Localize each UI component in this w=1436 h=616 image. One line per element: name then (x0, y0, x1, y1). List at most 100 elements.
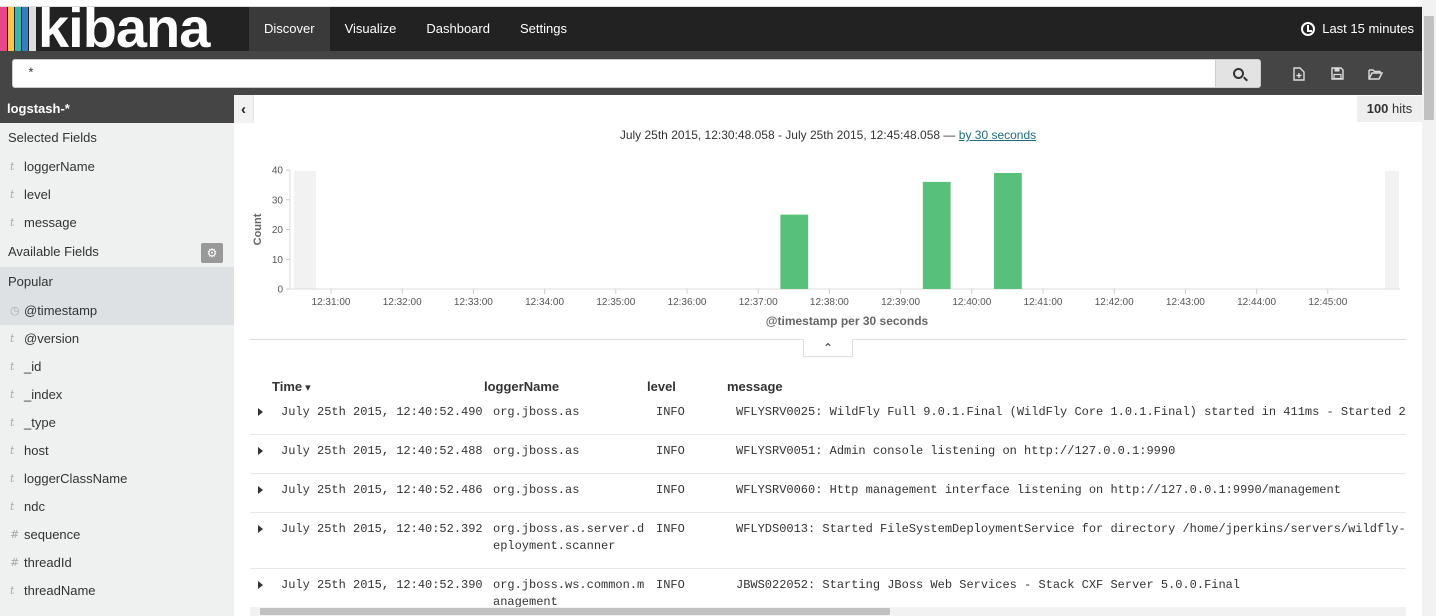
cell-logger-name: org.jboss.as (493, 482, 579, 499)
expand-row-icon[interactable] (258, 525, 263, 533)
kibana-wordmark: kibana (38, 7, 210, 51)
logo-stripe (29, 7, 36, 51)
column-header-time[interactable]: Time ▾ (272, 379, 311, 394)
x-tick-label: 12:38:00 (810, 297, 849, 308)
expand-row-icon[interactable] (258, 447, 263, 455)
expand-row-icon[interactable] (258, 581, 263, 589)
search-button[interactable] (1215, 59, 1261, 88)
field-item[interactable]: t _id (0, 353, 234, 381)
time-picker-label: Last 15 minutes (1322, 21, 1414, 36)
index-pattern-selector[interactable]: logstash-* (0, 95, 234, 123)
tab-visualize[interactable]: Visualize (330, 7, 412, 51)
tab-dashboard[interactable]: Dashboard (411, 7, 505, 51)
field-item[interactable]: # sequence (0, 521, 234, 549)
field-name: level (24, 187, 51, 202)
field-item[interactable]: t loggerName (0, 153, 234, 181)
kibana-logo[interactable]: kibana (0, 7, 232, 51)
save-search-icon (1330, 67, 1344, 80)
field-item[interactable]: # threadId (0, 549, 234, 577)
cell-time: July 25th 2015, 12:40:52.486 (281, 483, 483, 497)
cell-logger-name: org.jboss.as (493, 404, 579, 421)
cell-message: WFLYSRV0025: WildFly Full 9.0.1.Final (W… (736, 405, 1406, 419)
field-item[interactable]: t _type (0, 409, 234, 437)
main-nav-tabs: Discover Visualize Dashboard Settings (249, 7, 582, 51)
logger-name-line: org.jboss.as.server.d (493, 522, 645, 536)
x-tick-label: 12:42:00 (1095, 297, 1134, 308)
vertical-scroll-thumb[interactable] (1424, 16, 1434, 120)
expand-row-icon[interactable] (258, 486, 263, 494)
field-item[interactable]: t loggerClassName (0, 465, 234, 493)
column-header-loggername[interactable]: loggerName (484, 379, 559, 394)
x-axis-title: @timestamp per 30 seconds (766, 314, 929, 328)
table-row[interactable]: July 25th 2015, 12:40:52.486 org.jboss.as… (250, 474, 1406, 513)
interval-link[interactable]: by 30 seconds (959, 128, 1036, 142)
field-item[interactable]: t message (0, 209, 234, 237)
field-name: @version (24, 331, 80, 346)
collapse-sidebar-button[interactable]: ‹ (234, 95, 254, 123)
string-type-icon: t (10, 500, 15, 513)
field-name: loggerClassName (24, 471, 128, 486)
column-header-message[interactable]: message (727, 379, 783, 394)
histogram-chart: 0 10 20 30 40 12:31:00 12:32:00 12:33:00 12:34:0… (252, 166, 1400, 328)
out-of-range-right (1385, 171, 1399, 289)
kibana-app: kibana Discover Visualize Dashboard Setting… (0, 0, 1436, 616)
field-name: ndc (24, 499, 45, 514)
available-fields-list: ◷ @timestamp t @version t _id t _index t _type t ho… (0, 297, 234, 605)
logger-name-line: org.jboss.as (493, 444, 580, 458)
new-search-button[interactable] (1280, 59, 1318, 88)
time-picker[interactable]: Last 15 minutes (1301, 7, 1414, 51)
field-name: @timestamp (24, 303, 98, 318)
cell-logger-name: org.jboss.as (493, 443, 579, 460)
field-item[interactable]: t host (0, 437, 234, 465)
field-item[interactable]: t threadName (0, 577, 234, 605)
date-type-icon: ◷ (10, 304, 20, 317)
column-header-level[interactable]: level (647, 379, 676, 394)
field-item[interactable]: ◷ @timestamp (0, 297, 234, 325)
cell-level: INFO (656, 483, 685, 497)
table-row[interactable]: July 25th 2015, 12:40:52.390 org.jboss.ws… (250, 569, 1406, 609)
cell-level: INFO (656, 405, 685, 419)
y-tick-label: 20 (272, 225, 284, 236)
sort-desc-icon[interactable]: ▾ (302, 382, 311, 394)
horizontal-scrollbar[interactable] (250, 607, 1406, 616)
field-item[interactable]: t _index (0, 381, 234, 409)
toggle-chart-button[interactable]: ⌃ (803, 339, 853, 357)
vertical-scrollbar[interactable] (1422, 0, 1436, 616)
clock-icon (1301, 22, 1316, 36)
cell-level: INFO (656, 522, 685, 536)
string-type-icon: t (10, 216, 15, 229)
search-icon (1232, 68, 1244, 79)
search-input[interactable]: * (12, 59, 1216, 88)
horizontal-scroll-thumb[interactable] (260, 608, 890, 615)
cell-message: WFLYSRV0060: Http management interface l… (736, 483, 1341, 497)
tab-settings[interactable]: Settings (505, 7, 582, 51)
open-search-button[interactable] (1356, 59, 1394, 88)
field-item[interactable]: t level (0, 181, 234, 209)
hits-label: hits (1392, 101, 1413, 116)
logo-stripe (8, 7, 14, 51)
field-settings-button[interactable]: ⚙ (201, 243, 223, 263)
table-row[interactable]: July 25th 2015, 12:40:52.490 org.jboss.as… (250, 396, 1406, 435)
field-item[interactable]: t @version (0, 325, 234, 353)
number-type-icon: # (10, 528, 20, 541)
expand-row-icon[interactable] (258, 408, 263, 416)
x-tick-label: 12:31:00 (312, 297, 351, 308)
string-type-icon: t (10, 444, 15, 457)
chevron-left-icon: ‹ (241, 100, 246, 118)
save-search-button[interactable] (1318, 59, 1356, 88)
cell-time: July 25th 2015, 12:40:52.490 (281, 405, 483, 419)
cell-time: July 25th 2015, 12:40:52.392 (281, 522, 483, 536)
logo-stripe (22, 7, 28, 51)
table-row[interactable]: July 25th 2015, 12:40:52.392 org.jboss.as… (250, 513, 1406, 569)
cell-message: WFLYSRV0051: Admin console listening on … (736, 444, 1176, 458)
popular-fields-header: Popular (0, 267, 234, 297)
selected-fields-list: t loggerName t level t message (0, 153, 234, 237)
cell-logger-name: org.jboss.as.server.d eployment.scanner (493, 521, 644, 555)
tab-discover[interactable]: Discover (249, 7, 330, 51)
x-tick-label: 12:39:00 (881, 297, 920, 308)
logger-name-line: org.jboss.ws.common.m (493, 578, 645, 592)
field-name: message (24, 215, 77, 230)
new-search-icon (1293, 66, 1305, 81)
field-item[interactable]: t ndc (0, 493, 234, 521)
table-row[interactable]: July 25th 2015, 12:40:52.488 org.jboss.as… (250, 435, 1406, 474)
